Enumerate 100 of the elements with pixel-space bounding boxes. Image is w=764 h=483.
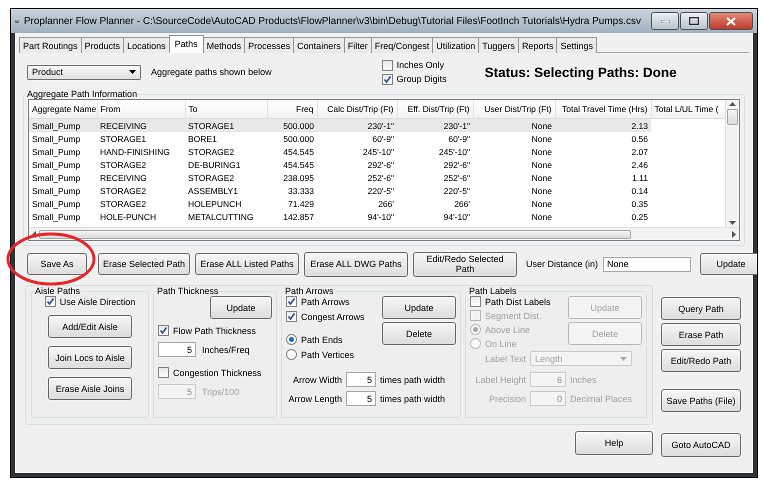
caret-icon	[620, 356, 627, 360]
table-cell: 500.000	[267, 132, 317, 145]
number-field[interactable]: 5	[346, 391, 376, 406]
unit-label: Inches/Freq	[202, 344, 250, 354]
aggregate-dropdown[interactable]: Product	[27, 64, 141, 80]
tab[interactable]: Tuggers	[478, 37, 519, 53]
group-title: Path Thickness	[156, 286, 220, 296]
status-text: Status: Selecting Paths: Done	[484, 64, 677, 80]
checkbox-label: Path Arrows	[301, 296, 350, 306]
tab[interactable]: Paths	[168, 35, 204, 53]
minimize-button[interactable]	[651, 12, 679, 30]
table-cell: 230'-1"	[317, 118, 397, 132]
scroll-right-arrow-icon	[732, 230, 736, 238]
tab[interactable]: Filter	[344, 37, 372, 53]
table-cell: None	[473, 132, 555, 145]
tab[interactable]: Locations	[123, 37, 170, 53]
table-cell: BORE1	[185, 132, 267, 145]
column-header[interactable]: To	[185, 100, 267, 118]
checkbox[interactable]	[158, 325, 169, 336]
goto-autocad-button[interactable]: Goto AutoCAD	[661, 433, 741, 457]
path-button[interactable]: Save Paths (File)	[661, 389, 741, 412]
arrow-button[interactable]: Update	[382, 296, 456, 319]
maximize-button[interactable]	[680, 12, 708, 30]
tab[interactable]: Products	[80, 37, 124, 53]
aisle-button[interactable]: Add/Edit Aisle	[48, 315, 132, 338]
path-button[interactable]: Query Path	[661, 297, 741, 320]
checkbox[interactable]	[382, 60, 393, 70]
aisle-button[interactable]: Erase Aisle Joins	[48, 377, 132, 400]
action-button[interactable]: Edit/Redo Selected Path	[413, 252, 517, 276]
column-header[interactable]: User Dist/Trip (Ft)	[473, 100, 555, 118]
update-button[interactable]: Update	[700, 253, 757, 275]
radio-label: Path Ends	[301, 334, 343, 344]
tab[interactable]: Containers	[293, 37, 345, 53]
table-cell: 60'-9"	[317, 132, 397, 145]
tab[interactable]: Utilization	[432, 37, 480, 53]
close-button[interactable]	[709, 12, 753, 30]
close-icon	[726, 16, 736, 26]
caret-icon	[129, 70, 136, 74]
column-header[interactable]: Total L/UL Time (	[651, 100, 725, 118]
tab[interactable]: Methods	[202, 37, 246, 53]
unit-label: times path width	[380, 374, 446, 384]
unit-label: Inches	[570, 374, 597, 384]
unit-label: times path width	[380, 394, 446, 404]
group-title: Aisle Paths	[34, 286, 82, 296]
field-label: Label Text	[484, 354, 526, 364]
column-header[interactable]: From	[97, 100, 185, 118]
checkbox-label: Inches Only	[396, 60, 444, 70]
update-button[interactable]: Update	[210, 296, 272, 319]
action-button[interactable]: Save As	[27, 253, 87, 275]
tab[interactable]: Freq/Congest	[370, 37, 434, 53]
field-label: Arrow Length	[287, 394, 342, 404]
table-cell: Small_Pump	[29, 118, 97, 132]
column-header[interactable]: Calc Dist/Trip (Ft)	[317, 100, 397, 118]
column-header[interactable]: Eff. Dist/Trip (Ft)	[397, 100, 473, 118]
table-cell: 60'-9"	[397, 132, 473, 145]
scroll-thumb[interactable]	[39, 230, 631, 238]
action-button[interactable]: Erase ALL Listed Paths	[195, 253, 299, 275]
tab[interactable]: Reports	[518, 37, 558, 53]
maximize-icon	[689, 17, 699, 25]
table-cell: 230'-1"	[397, 118, 473, 132]
action-button[interactable]: Erase Selected Path	[98, 253, 190, 275]
scroll-down-arrow-icon	[729, 221, 736, 225]
column-header[interactable]: Aggregate Name	[29, 100, 97, 118]
user-distance-field[interactable]: None	[603, 256, 692, 272]
action-button[interactable]: Erase ALL DWG Paths	[304, 252, 408, 276]
number-field[interactable]: 5	[158, 342, 196, 357]
minimize-icon	[660, 20, 670, 22]
tab[interactable]: Settings	[556, 37, 597, 53]
checkbox[interactable]	[382, 74, 393, 84]
help-button[interactable]: Help	[575, 431, 653, 455]
unit-label: Trips/100	[202, 386, 240, 396]
table-cell: RECEIVING	[97, 118, 185, 132]
table-cell: None	[473, 118, 555, 132]
tab[interactable]: Processes	[244, 37, 294, 53]
path-button[interactable]: Edit/Redo Path	[661, 349, 741, 372]
tab[interactable]: Part Routings	[19, 37, 82, 53]
arrow-button[interactable]: Delete	[382, 322, 456, 345]
checkbox[interactable]	[44, 296, 56, 307]
path-button[interactable]: Erase Path	[661, 323, 741, 346]
vertical-scrollbar[interactable]	[725, 100, 739, 227]
scroll-thumb[interactable]	[727, 109, 738, 125]
table-cell: 2.13	[555, 118, 651, 132]
column-header[interactable]: Freq	[267, 100, 317, 118]
aisle-button[interactable]: Join Locs to Aisle	[48, 346, 132, 369]
column-header[interactable]: Total Travel Time (Hrs)	[555, 100, 651, 118]
number-field[interactable]: 5	[346, 372, 376, 387]
checkbox-label: Group Digits	[396, 74, 447, 84]
radio-button[interactable]	[286, 349, 297, 360]
table-cell: Small_Pump	[29, 132, 97, 145]
checkbox-label: Congestion Thickness	[173, 368, 262, 378]
checkbox[interactable]	[470, 296, 481, 307]
horizontal-scrollbar[interactable]	[29, 227, 739, 240]
radio-button[interactable]	[286, 334, 297, 345]
field-label: Precision	[488, 394, 526, 404]
checkbox-label: Congest Arrows	[301, 312, 365, 322]
unit-label: Decimal Places	[570, 394, 632, 404]
table-cell: 0.56	[555, 132, 651, 145]
checkbox[interactable]	[286, 296, 297, 307]
field-label: Arrow Width	[292, 374, 342, 384]
checkbox[interactable]	[286, 311, 297, 322]
